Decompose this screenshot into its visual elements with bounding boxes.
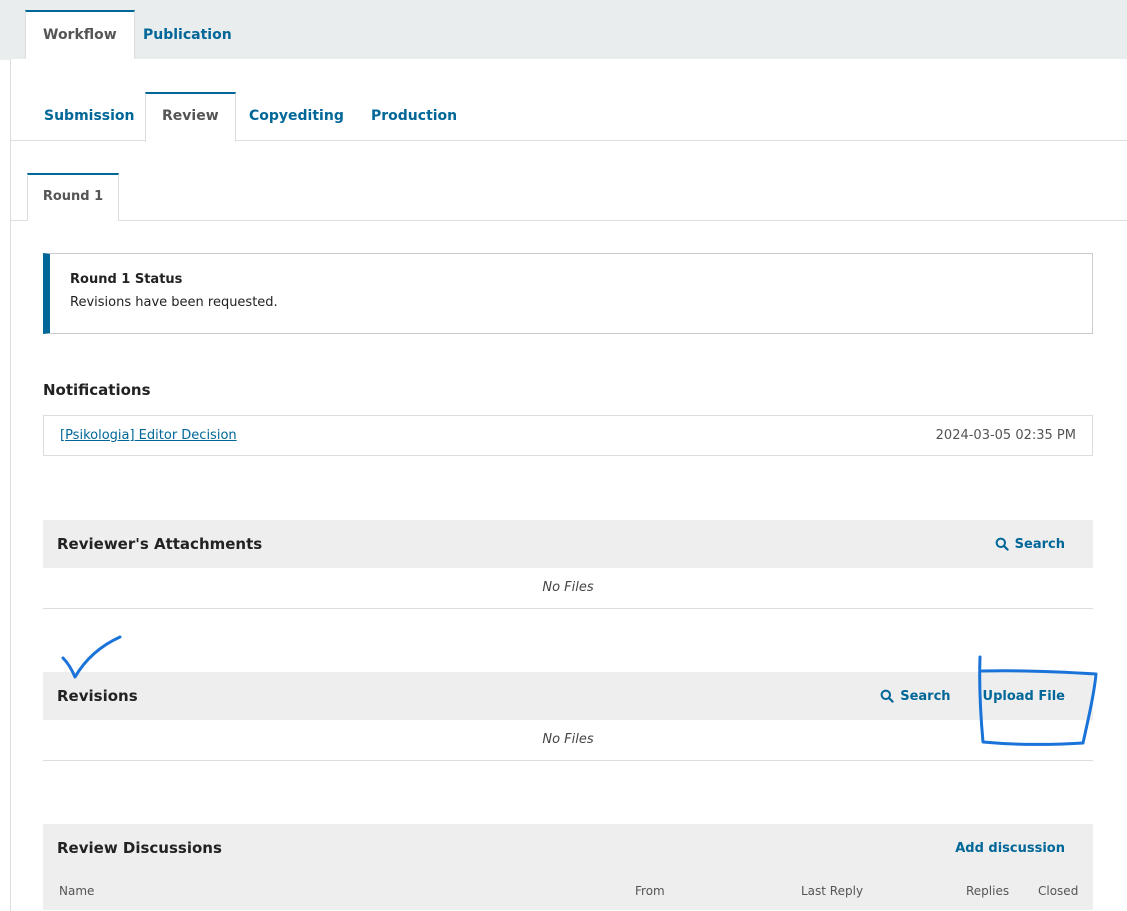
revisions-search-label: Search [900,688,951,704]
notification-timestamp: 2024-03-05 02:35 PM [935,428,1076,443]
column-header-name[interactable]: Name [59,884,94,898]
tab-submission[interactable]: Submission [28,92,151,141]
reviewer-attachments-title: Reviewer's Attachments [57,535,263,553]
round-status-title: Round 1 Status [70,272,183,287]
round-status-box: Round 1 Status Revisions have been reque… [43,253,1093,334]
column-header-replies[interactable]: Replies [966,884,1009,898]
notification-item: [Psikologia] Editor Decision 2024-03-05 … [43,415,1093,456]
tab-copyediting[interactable]: Copyediting [233,92,360,141]
notifications-heading: Notifications [43,381,151,399]
revisions-grid: Revisions Search Upload File No Files [43,672,1093,761]
round-tab-bar: Round 1 [11,141,1127,221]
reviewer-attachments-grid: Reviewer's Attachments Search No Files [43,520,1093,609]
tab-workflow[interactable]: Workflow [25,10,135,60]
tab-round-1[interactable]: Round 1 [27,173,119,221]
search-icon [995,537,1009,551]
review-discussions-title: Review Discussions [57,839,222,857]
reviewer-attachments-search-button[interactable]: Search [995,537,1065,552]
column-header-from[interactable]: From [635,884,665,898]
revisions-title: Revisions [57,687,138,705]
round-status-text: Revisions have been requested. [70,295,278,310]
tab-publication[interactable]: Publication [126,10,249,60]
review-discussions-actions: Add discussion [955,824,1065,872]
column-header-closed[interactable]: Closed [1038,884,1078,898]
workflow-panel: Submission Review Copyediting Production… [10,59,1127,911]
reviewer-attachments-search-label: Search [1014,536,1065,552]
review-discussions-grid: Review Discussions Add discussion Name F… [43,824,1093,910]
search-icon [880,689,894,703]
revisions-header: Revisions Search Upload File [43,672,1093,720]
tab-review[interactable]: Review [145,92,236,142]
stage-tab-bar: Submission Review Copyediting Production [11,92,1127,142]
add-discussion-button[interactable]: Add discussion [955,841,1065,856]
tab-production[interactable]: Production [355,92,473,141]
review-discussions-header: Review Discussions Add discussion [43,824,1093,872]
column-header-last-reply[interactable]: Last Reply [801,884,863,898]
reviewer-attachments-header: Reviewer's Attachments Search [43,520,1093,568]
top-tab-bar: Workflow Publication [0,0,1127,60]
upload-file-label: Upload File [982,688,1065,704]
reviewer-attachments-actions: Search [995,520,1065,568]
revisions-actions: Search Upload File [880,672,1065,720]
revisions-empty: No Files [542,732,594,747]
upload-file-button[interactable]: Upload File [983,689,1065,704]
revisions-search-button[interactable]: Search [880,688,951,704]
reviewer-attachments-empty: No Files [542,580,594,595]
notification-link[interactable]: [Psikologia] Editor Decision [60,428,237,443]
add-discussion-label: Add discussion [955,840,1065,856]
review-discussions-column-headers: Name From Last Reply Replies Closed [43,872,1093,910]
